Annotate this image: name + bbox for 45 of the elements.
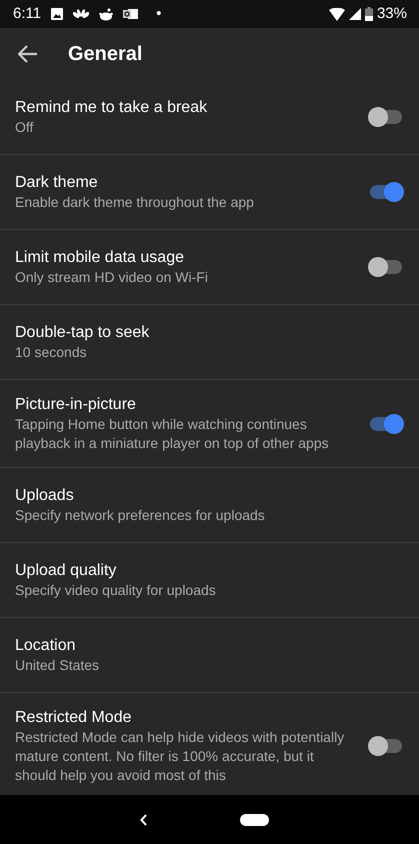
mail-icon — [123, 8, 138, 20]
setting-description: Tapping Home button while watching continues playback in a miniature player on top of other apps — [15, 415, 330, 453]
home-button[interactable] — [240, 814, 269, 826]
setting-title: Double-tap to seek — [15, 323, 150, 343]
notification-dot: • — [156, 4, 162, 24]
toggle-switch[interactable] — [368, 412, 404, 436]
setting-title: Remind me to take a break — [15, 98, 208, 118]
setting-description: Off — [15, 118, 34, 137]
settings-row[interactable]: Remind me to take a break Off — [0, 80, 419, 155]
signal-icon — [348, 8, 361, 20]
settings-row[interactable]: Picture-in-picture Tapping Home button while watching continues playback in a miniature player on top of other apps — [0, 380, 419, 468]
toggle-switch[interactable] — [368, 180, 404, 204]
setting-description: Enable dark theme throughout the app — [15, 193, 255, 212]
toggle-switch[interactable] — [368, 105, 404, 129]
wifi-icon — [328, 8, 345, 20]
back-arrow-icon[interactable] — [18, 45, 38, 63]
alien-head-icon — [99, 8, 114, 20]
clock-time: 6:11 — [13, 4, 42, 24]
battery-percent: 33% — [376, 4, 407, 24]
setting-title: Uploads — [15, 486, 75, 506]
setting-title: Dark theme — [15, 173, 99, 193]
settings-row[interactable]: Limit mobile data usage Only stream HD video on Wi-Fi — [0, 230, 419, 305]
toggle-switch[interactable] — [368, 734, 404, 758]
setting-description: Specify network preferences for uploads — [15, 506, 266, 525]
page-title: General — [68, 42, 142, 67]
toggle-switch[interactable] — [368, 255, 404, 279]
settings-row[interactable]: Location United States — [0, 618, 419, 693]
feather-fan-icon — [73, 8, 90, 20]
setting-title: Location — [15, 636, 76, 656]
settings-row[interactable]: Dark theme Enable dark theme throughout the app — [0, 155, 419, 230]
setting-title: Restricted Mode — [15, 708, 132, 728]
settings-row[interactable]: Uploads Specify network preferences for uploads — [0, 468, 419, 543]
setting-description: Only stream HD video on Wi-Fi — [15, 268, 209, 287]
setting-title: Picture-in-picture — [15, 395, 137, 415]
setting-title: Upload quality — [15, 561, 118, 581]
image-icon — [51, 8, 64, 20]
setting-description: Restricted Mode can help hide videos with potentially mature content. No filter is 100% accurate, but it should help you avoid most of this — [15, 728, 346, 785]
back-icon[interactable] — [140, 814, 148, 826]
setting-description: Specify video quality for uploads — [15, 581, 217, 600]
setting-title: Limit mobile data usage — [15, 248, 185, 268]
battery-icon — [364, 7, 373, 21]
settings-row[interactable]: Double-tap to seek 10 seconds — [0, 305, 419, 380]
setting-description: 10 seconds — [15, 343, 88, 362]
settings-row[interactable]: Upload quality Specify video quality for uploads — [0, 543, 419, 618]
setting-description: United States — [15, 656, 100, 675]
